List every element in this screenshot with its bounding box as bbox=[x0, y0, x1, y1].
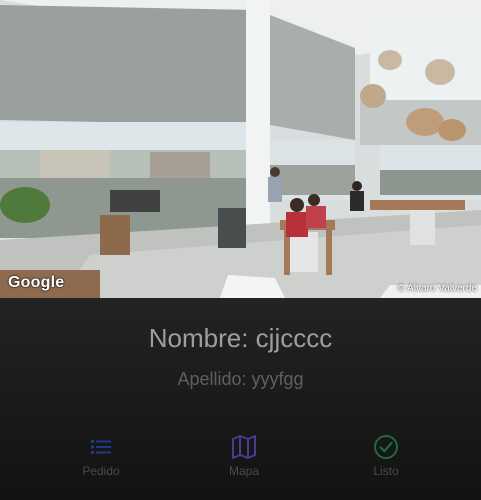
nav-item-pedido[interactable]: Pedido bbox=[41, 425, 161, 485]
google-logo: Google bbox=[8, 274, 65, 291]
nav-item-listo[interactable]: Listo bbox=[326, 425, 446, 485]
check-circle-icon bbox=[374, 435, 398, 459]
street-view-photo[interactable] bbox=[0, 0, 481, 298]
nav-label-listo: Listo bbox=[373, 464, 399, 478]
photo-credit[interactable]: © Alvaro Valverde bbox=[398, 283, 477, 294]
nav-label-mapa: Mapa bbox=[228, 464, 260, 478]
nav-item-mapa[interactable]: Mapa bbox=[184, 425, 304, 485]
nav-label-pedido: Pedido bbox=[82, 464, 120, 478]
customer-name: Nombre: cjjcccc bbox=[148, 323, 333, 353]
list-icon bbox=[91, 440, 111, 454]
map-icon bbox=[232, 435, 256, 459]
customer-surname: Apellido: yyyfgg bbox=[177, 369, 304, 389]
cafe-interior-image bbox=[0, 0, 481, 298]
bottom-navigation: Pedido Mapa Listo bbox=[0, 425, 481, 485]
